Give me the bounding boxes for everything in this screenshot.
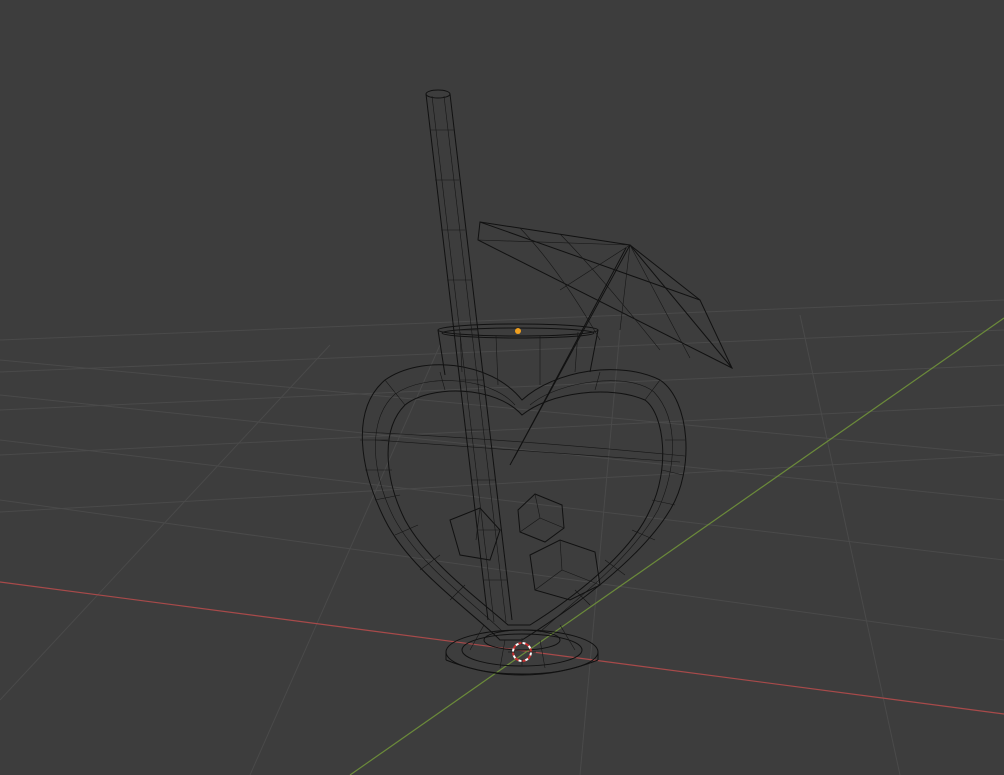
cocktail-object[interactable] — [360, 89, 734, 676]
object-origin-dot[interactable] — [515, 328, 521, 334]
glass-base — [445, 624, 599, 676]
3d-viewport[interactable] — [0, 0, 1004, 775]
ice-cubes — [449, 493, 601, 601]
y-axis-line — [349, 317, 1004, 775]
x-axis-line — [0, 581, 1004, 715]
heart-inner — [387, 390, 664, 626]
straw — [425, 89, 513, 623]
cocktail-umbrella — [477, 221, 734, 466]
viewport-canvas[interactable] — [0, 0, 1004, 775]
